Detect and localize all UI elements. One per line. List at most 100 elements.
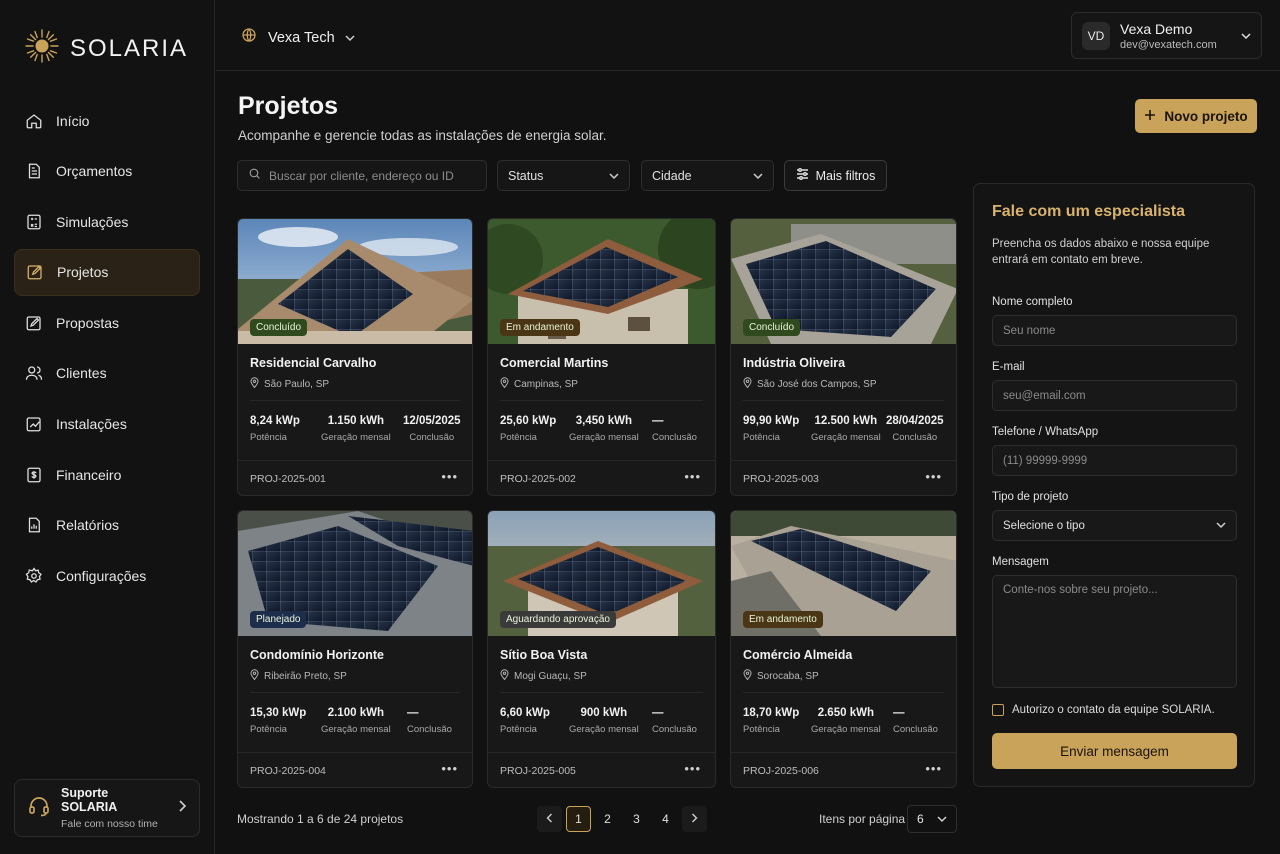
headset-icon <box>27 794 51 823</box>
project-location-text: Campinas, SP <box>514 378 578 390</box>
completion-stat: — Conclusão <box>407 707 452 735</box>
sidebar-item-simulacoes[interactable]: Simulações <box>14 198 200 245</box>
sidebar-item-inicio[interactable]: Início <box>14 97 200 144</box>
map-pin-icon <box>250 377 259 391</box>
chevron-down-icon <box>609 169 619 183</box>
divider <box>238 460 472 461</box>
name-field[interactable] <box>992 315 1237 346</box>
sidebar-item-label: Orçamentos <box>56 163 133 180</box>
chevron-down-icon <box>753 169 763 183</box>
consent-checkbox[interactable] <box>992 704 1004 716</box>
city-filter[interactable]: Cidade <box>641 160 774 191</box>
more-options-icon[interactable]: ••• <box>684 469 701 484</box>
calculator-icon <box>24 212 44 232</box>
consent-row: Autorizo o contato da equipe SOLARIA. <box>992 704 1215 716</box>
page-subtitle: Acompanhe e gerencie todas as instalaçõe… <box>238 128 607 143</box>
items-per-page-select[interactable]: 6 <box>907 805 957 833</box>
topbar: Vexa Tech VD Vexa Demo dev@vexatech.com <box>216 0 1280 71</box>
more-options-icon[interactable]: ••• <box>684 761 701 776</box>
page-button[interactable]: 1 <box>566 806 591 832</box>
project-photo: Concluído <box>238 219 472 344</box>
sidebar-item-instalacoes[interactable]: Instalações <box>14 401 200 448</box>
org-switcher[interactable]: Vexa Tech <box>240 26 355 49</box>
new-project-button[interactable]: Novo projeto <box>1135 99 1257 133</box>
project-location: Ribeirão Preto, SP <box>250 669 347 683</box>
completion-value: 28/04/2025 <box>886 415 944 427</box>
project-photo: Aguardando aprovação <box>488 511 715 636</box>
map-pin-icon <box>500 669 509 683</box>
sidebar-item-financeiro[interactable]: Financeiro <box>14 451 200 498</box>
contact-panel: Fale com um especialista Preencha os dad… <box>973 183 1255 787</box>
sidebar-item-orcamentos[interactable]: Orçamentos <box>14 148 200 195</box>
project-name: Sítio Boa Vista <box>500 648 588 662</box>
phone-field[interactable] <box>992 445 1237 476</box>
project-card[interactable]: Concluído Residencial Carvalho São Paulo… <box>237 218 473 496</box>
project-location-text: São José dos Campos, SP <box>757 378 877 390</box>
support-card[interactable]: Suporte SOLARIA Fale com nosso time <box>14 779 200 837</box>
support-subtitle: Fale com nosso time <box>61 818 158 830</box>
chevron-down-icon <box>1216 520 1226 532</box>
project-type-select[interactable]: Selecione o tipo <box>992 510 1237 541</box>
org-name: Vexa Tech <box>268 29 335 46</box>
brand-logo[interactable]: SOLARIA <box>24 28 188 69</box>
prev-page-button[interactable] <box>537 806 562 832</box>
sidebar-item-projetos[interactable]: Projetos <box>14 248 200 296</box>
page-button[interactable]: 4 <box>653 806 678 832</box>
generation-label: Geração mensal <box>569 432 639 443</box>
map-pin-icon <box>250 669 259 683</box>
sidebar-item-label: Simulações <box>56 213 129 230</box>
sidebar-item-configuracoes[interactable]: Configurações <box>14 552 200 599</box>
divider <box>500 400 703 401</box>
project-id: PROJ-2025-003 <box>743 473 819 485</box>
more-filters-button[interactable]: Mais filtros <box>784 160 887 191</box>
completion-stat: 12/05/2025 Conclusão <box>403 415 461 443</box>
more-options-icon[interactable]: ••• <box>441 469 458 484</box>
map-pin-icon <box>743 377 752 391</box>
more-options-icon[interactable]: ••• <box>925 761 942 776</box>
status-badge: Planejado <box>250 611 307 628</box>
divider <box>238 752 472 753</box>
next-page-button[interactable] <box>682 806 707 832</box>
search-box <box>237 160 487 191</box>
user-menu[interactable]: VD Vexa Demo dev@vexatech.com <box>1071 12 1262 59</box>
project-location: Mogi Guaçu, SP <box>500 669 587 683</box>
generation-value: 12.500 kWh <box>814 415 878 427</box>
sidebar-nav: Início Orçamentos Simulações Projetos Pr… <box>14 97 200 603</box>
completion-value: — <box>893 707 905 719</box>
project-location: Campinas, SP <box>500 377 578 391</box>
completion-label: Conclusão <box>652 432 697 443</box>
project-location: São José dos Campos, SP <box>743 377 877 391</box>
status-badge: Em andamento <box>743 611 823 628</box>
more-options-icon[interactable]: ••• <box>925 469 942 484</box>
status-badge: Concluído <box>250 319 308 336</box>
send-message-button[interactable]: Enviar mensagem <box>992 733 1237 769</box>
completion-stat: — Conclusão <box>652 415 697 443</box>
generation-stat: 3,450 kWh Geração mensal <box>569 415 639 443</box>
more-options-icon[interactable]: ••• <box>441 761 458 776</box>
status-filter[interactable]: Status <box>497 160 630 191</box>
completion-stat: — Conclusão <box>893 707 938 735</box>
generation-value: 3,450 kWh <box>575 415 632 427</box>
project-card[interactable]: Em andamento Comercial Martins Campinas,… <box>487 218 716 496</box>
users-icon <box>24 363 44 383</box>
sun-logo-icon <box>24 28 60 69</box>
page-button[interactable]: 2 <box>595 806 620 832</box>
power-label: Potência <box>500 432 537 443</box>
search-icon <box>248 167 261 185</box>
sidebar-item-label: Início <box>56 112 90 129</box>
sidebar-item-clientes[interactable]: Clientes <box>14 350 200 397</box>
sidebar-item-label: Financeiro <box>56 466 122 483</box>
sidebar-item-label: Configurações <box>56 567 147 584</box>
search-input[interactable] <box>269 168 479 183</box>
completion-value: — <box>652 707 664 719</box>
sidebar-item-relatorios[interactable]: Relatórios <box>14 502 200 549</box>
page-button[interactable]: 3 <box>624 806 649 832</box>
email-field[interactable] <box>992 380 1237 411</box>
project-card[interactable]: Em andamento Comércio Almeida Sorocaba, … <box>730 510 957 788</box>
sidebar-item-propostas[interactable]: Propostas <box>14 299 200 346</box>
project-card[interactable]: Planejado Condomínio Horizonte Ribeirão … <box>237 510 473 788</box>
project-photo: Em andamento <box>488 219 715 344</box>
message-field[interactable] <box>992 575 1237 688</box>
project-card[interactable]: Concluído Indústria Oliveira São José do… <box>730 218 957 496</box>
project-card[interactable]: Aguardando aprovação Sítio Boa Vista Mog… <box>487 510 716 788</box>
